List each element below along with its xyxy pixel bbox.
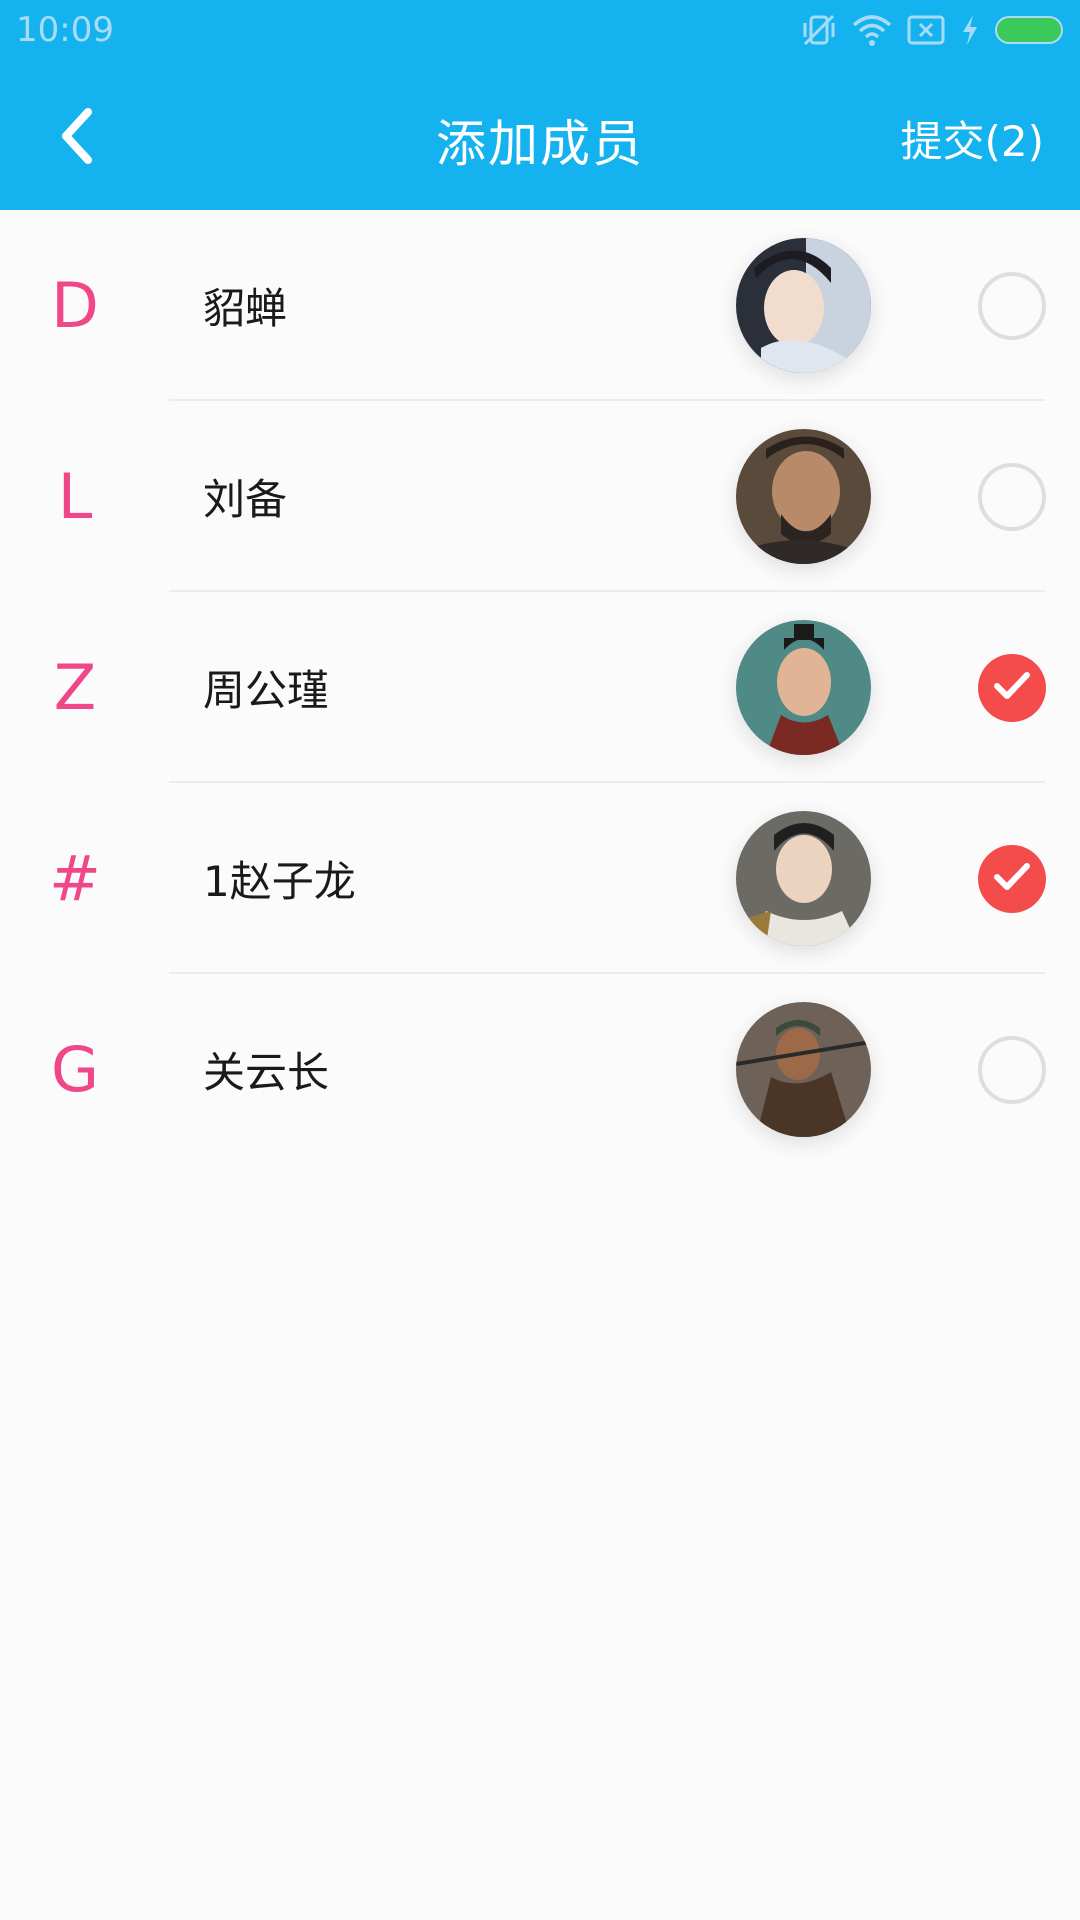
check-icon: [992, 669, 1032, 707]
wifi-icon: [852, 13, 892, 47]
list-item[interactable]: Z 周公瑾: [0, 592, 1080, 783]
index-letter: Z: [53, 651, 97, 724]
check-icon: [992, 860, 1032, 898]
select-checkbox[interactable]: [978, 463, 1046, 531]
no-sim-icon: [906, 14, 946, 46]
list-item[interactable]: # 1赵子龙: [0, 783, 1080, 974]
battery-icon: [994, 15, 1066, 45]
list-item[interactable]: G 关云长: [0, 974, 1080, 1165]
list-item[interactable]: L 刘备: [0, 401, 1080, 592]
avatar: [736, 238, 871, 373]
member-name: 1赵子龙: [203, 857, 356, 906]
member-name: 貂蝉: [203, 284, 288, 333]
index-letter: L: [57, 460, 93, 533]
index-letter: #: [49, 842, 101, 915]
member-name: 刘备: [203, 475, 288, 524]
select-checkbox[interactable]: [978, 1036, 1046, 1104]
avatar: [736, 811, 871, 946]
select-checkbox[interactable]: [978, 845, 1046, 913]
status-time: 10:09: [16, 10, 114, 50]
charging-icon: [960, 13, 980, 47]
list-item[interactable]: D 貂蝉: [0, 210, 1080, 401]
member-name: 关云长: [203, 1048, 330, 1097]
avatar: [736, 620, 871, 755]
submit-button[interactable]: 提交(2): [901, 108, 1045, 169]
avatar: [736, 1002, 871, 1137]
avatar: [736, 429, 871, 564]
select-checkbox[interactable]: [978, 654, 1046, 722]
mute-vibrate-icon: [800, 11, 838, 49]
status-bar: 10:09: [0, 0, 1080, 60]
member-name: 周公瑾: [203, 666, 330, 715]
index-letter: D: [51, 269, 99, 342]
select-checkbox[interactable]: [978, 272, 1046, 340]
member-list: D 貂蝉 L 刘备 Z 周公瑾 # 1赵子龙 G 关云长: [0, 210, 1080, 1165]
status-icons: [800, 10, 1066, 50]
index-letter: G: [50, 1033, 100, 1106]
app-bar: 添加成员 提交(2): [0, 60, 1080, 210]
